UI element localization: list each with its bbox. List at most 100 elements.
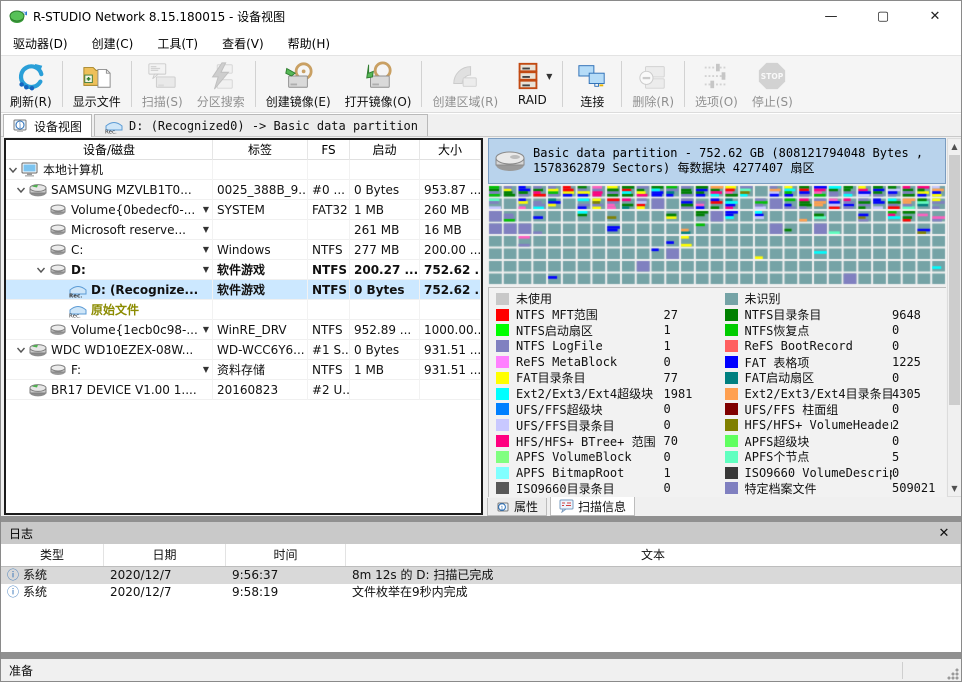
- log-column-header-4[interactable]: 文本: [346, 544, 961, 566]
- legend-swatch: [725, 293, 738, 305]
- create-image-button[interactable]: 创建镜像(E): [259, 58, 338, 110]
- menu-item-2[interactable]: 创建(C): [80, 32, 146, 55]
- log-row[interactable]: ⓘ系统2020/12/79:58:19文件枚举在9秒内完成: [1, 584, 961, 601]
- main-area: 设备/磁盘标签FS启动大小 本地计算机SAMSUNG MZVLB1T0...00…: [1, 137, 961, 516]
- table-row[interactable]: SAMSUNG MZVLB1T0...0025_388B_9...#0 ...0…: [6, 180, 481, 200]
- tab-recognized-partition[interactable]: Rec.D: (Recognized0) -> Basic data parti…: [94, 114, 428, 136]
- maximize-button[interactable]: ▢: [857, 1, 909, 31]
- log-row[interactable]: ⓘ系统2020/12/79:56:378m 12s 的 D: 扫描已完成: [1, 567, 961, 584]
- close-button[interactable]: ✕: [909, 1, 961, 31]
- tab-properties[interactable]: i属性: [487, 498, 547, 516]
- column-header-3[interactable]: FS: [308, 140, 350, 160]
- expand-chevron-icon[interactable]: [6, 163, 20, 177]
- device-name: Volume{0bedecf0-...: [71, 200, 195, 220]
- column-header-1[interactable]: 设备/磁盘: [6, 140, 213, 160]
- row-dropdown-icon[interactable]: ▼: [203, 220, 209, 240]
- log-close-icon[interactable]: ✕: [935, 526, 953, 541]
- device-name-cell[interactable]: Rec.D: (Recognize...: [6, 280, 213, 300]
- tab-device-view[interactable]: i设备视图: [3, 114, 92, 137]
- row-dropdown-icon[interactable]: ▼: [203, 260, 209, 280]
- device-name-cell[interactable]: C:▼: [6, 240, 213, 260]
- legend-label: ISO9660 VolumeDescriptor: [745, 466, 893, 480]
- device-name-cell[interactable]: D:▼: [6, 260, 213, 280]
- menu-item-4[interactable]: 查看(V): [210, 32, 276, 55]
- table-row[interactable]: Rec.D: (Recognize...软件游戏NTFS0 Bytes752.6…: [6, 280, 481, 300]
- column-header-4[interactable]: 启动: [350, 140, 420, 160]
- table-row[interactable]: 本地计算机: [6, 160, 481, 180]
- device-name-cell[interactable]: Microsoft reserve...▼: [6, 220, 213, 240]
- row-dropdown-icon[interactable]: ▼: [203, 360, 209, 380]
- device-name-cell[interactable]: Rec.原始文件: [6, 300, 213, 320]
- menu-item-1[interactable]: 驱动器(D): [1, 32, 80, 55]
- log-column-header-2[interactable]: 日期: [104, 544, 226, 566]
- row-dropdown-icon[interactable]: ▼: [203, 200, 209, 220]
- tab-label: 扫描信息: [578, 498, 626, 515]
- device-name-cell[interactable]: Volume{1ecb0c98-...▼: [6, 320, 213, 340]
- menu-item-3[interactable]: 工具(T): [145, 32, 210, 55]
- table-row[interactable]: F:▼资料存储NTFS1 MB931.51 ...: [6, 360, 481, 380]
- raid-button[interactable]: ▼RAID: [505, 58, 559, 110]
- row-dropdown-icon[interactable]: ▼: [203, 240, 209, 260]
- column-header-2[interactable]: 标签: [213, 140, 308, 160]
- expand-chevron-icon[interactable]: [14, 183, 28, 197]
- device-name-cell[interactable]: WDC WD10EZEX-08W...: [6, 340, 213, 360]
- legend-item: APFS VolumeBlock0: [496, 449, 716, 465]
- row-dropdown-icon[interactable]: ▼: [203, 320, 209, 340]
- table-row[interactable]: Volume{1ecb0c98-...▼WinRE_DRVNTFS952.89 …: [6, 320, 481, 340]
- column-header-5[interactable]: 大小: [420, 140, 481, 160]
- device-name: Volume{1ecb0c98-...: [71, 320, 198, 340]
- status-divider: [902, 662, 903, 679]
- refresh-icon: [15, 60, 47, 92]
- tab-scan-information[interactable]: 扫描信息: [550, 497, 635, 516]
- table-row[interactable]: BR17 DEVICE V1.00 1....20160823#2 U...: [6, 380, 481, 400]
- menu-item-5[interactable]: 帮助(H): [276, 32, 342, 55]
- table-row[interactable]: C:▼WindowsNTFS277 MB200.00 ...: [6, 240, 481, 260]
- device-name-cell[interactable]: 本地计算机: [6, 160, 213, 180]
- legend-label: 未使用: [516, 290, 664, 307]
- scan-block-map[interactable]: [488, 185, 946, 285]
- scrollbar-thumb[interactable]: [949, 155, 960, 405]
- legend-count: 509021: [892, 481, 944, 495]
- log-time: 9:58:19: [226, 584, 346, 601]
- legend-count: 27: [664, 308, 716, 322]
- right-panel-scrollbar[interactable]: ▲ ▼: [947, 138, 962, 497]
- expand-chevron-icon[interactable]: [34, 263, 48, 277]
- minimize-button[interactable]: —: [805, 1, 857, 31]
- svg-text:i: i: [501, 504, 503, 511]
- expand-chevron-icon[interactable]: [14, 343, 28, 357]
- log-table-header: 类型日期时间文本: [1, 544, 961, 567]
- legend-swatch: [725, 309, 738, 321]
- scan-legend: 未使用NTFS MFT范围27NTFS启动扇区1NTFS LogFile1ReF…: [488, 287, 946, 497]
- legend-count: 0: [664, 481, 716, 495]
- legend-swatch: [496, 372, 509, 384]
- table-row[interactable]: WDC WD10EZEX-08W...WD-WCC6Y6...#1 S...0 …: [6, 340, 481, 360]
- open-image-button[interactable]: 打开镜像(O): [338, 58, 419, 110]
- legend-swatch: [496, 419, 509, 431]
- raid-dropdown-icon[interactable]: ▼: [546, 72, 552, 81]
- device-name-cell[interactable]: F:▼: [6, 360, 213, 380]
- toolbar-separator: [684, 61, 685, 107]
- svg-text:Rec.: Rec.: [69, 314, 81, 319]
- device-name-cell[interactable]: SAMSUNG MZVLB1T0...: [6, 180, 213, 200]
- connect-button[interactable]: 连接: [566, 58, 618, 110]
- table-row[interactable]: Volume{0bedecf0-...▼SYSTEMFAT321 MB260 M…: [6, 200, 481, 220]
- log-column-header-1[interactable]: 类型: [1, 544, 104, 566]
- legend-label: 特定档案文件: [745, 480, 893, 497]
- toolbar: 刷新(R)显示文件扫描(S)分区搜索创建镜像(E)打开镜像(O)创建区域(R)▼…: [1, 55, 961, 113]
- resize-grip[interactable]: [947, 668, 959, 680]
- volume-label: WinRE_DRV: [213, 320, 308, 340]
- scroll-down-icon[interactable]: ▼: [948, 481, 961, 496]
- device-name-cell[interactable]: Volume{0bedecf0-... ▼: [6, 200, 213, 220]
- partition-icon: [48, 261, 68, 279]
- fs-value: NTFS: [308, 360, 350, 380]
- table-row[interactable]: Rec.原始文件: [6, 300, 481, 320]
- log-column-header-3[interactable]: 时间: [226, 544, 346, 566]
- log-text: 文件枚举在9秒内完成: [346, 584, 961, 601]
- table-row[interactable]: D:▼软件游戏NTFS200.27 ...752.62 ...: [6, 260, 481, 280]
- refresh-button[interactable]: 刷新(R): [3, 58, 59, 110]
- window-title: R-STUDIO Network 8.15.180015 - 设备视图: [33, 8, 285, 25]
- scroll-up-icon[interactable]: ▲: [948, 139, 961, 154]
- device-name-cell[interactable]: BR17 DEVICE V1.00 1....: [6, 380, 213, 400]
- table-row[interactable]: Microsoft reserve...▼261 MB16 MB: [6, 220, 481, 240]
- show-files-button[interactable]: 显示文件: [66, 58, 128, 110]
